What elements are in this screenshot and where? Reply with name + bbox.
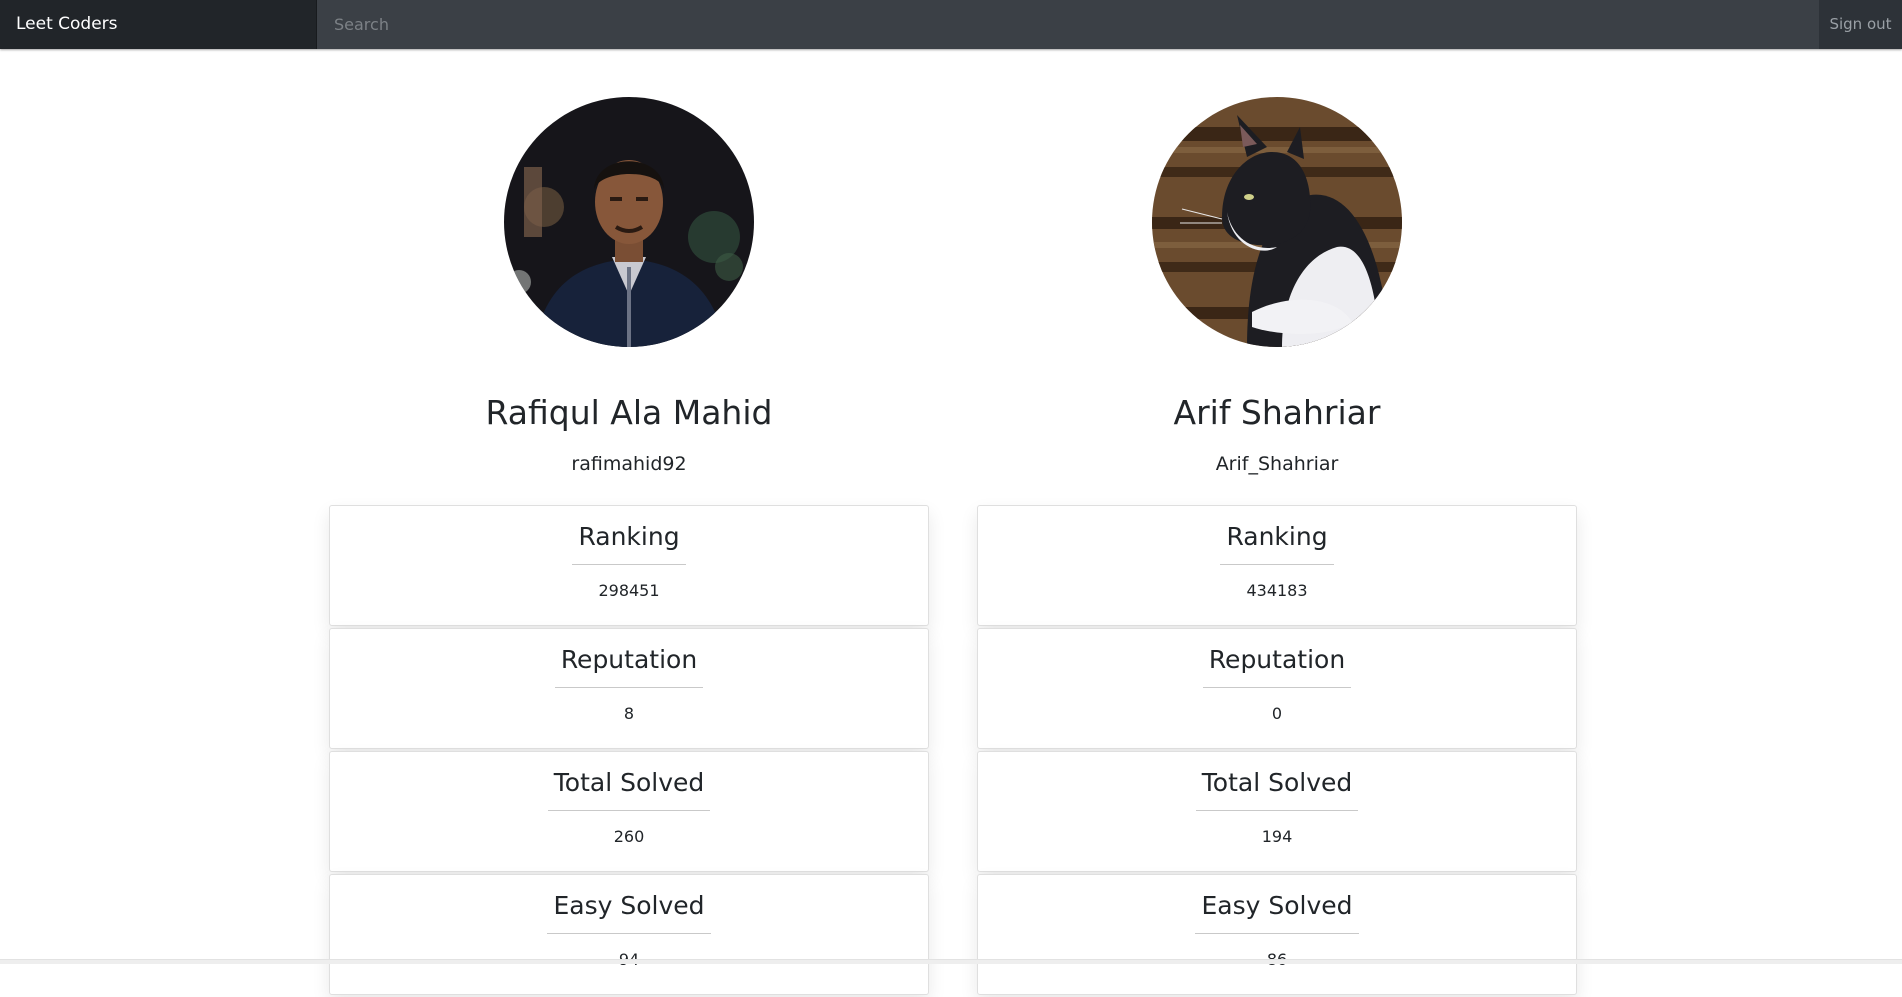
- stat-label: Easy Solved: [547, 889, 711, 934]
- stat-label: Reputation: [554, 643, 704, 688]
- profile-avatar-cat: [1152, 97, 1402, 347]
- stat-value: 434183: [1246, 581, 1308, 600]
- stat-card-easy-solved: Easy Solved 86: [977, 874, 1577, 995]
- stat-label: Reputation: [1202, 643, 1352, 688]
- search-input[interactable]: [317, 0, 1819, 49]
- stat-label: Total Solved: [547, 766, 711, 811]
- sign-out-link[interactable]: Sign out: [1819, 0, 1902, 49]
- profile-stats: Ranking 434183 Reputation 0 Total Solved…: [977, 505, 1577, 997]
- stat-value: 194: [1261, 827, 1293, 846]
- stat-card-ranking: Ranking 434183: [977, 505, 1577, 626]
- stat-card-easy-solved: Easy Solved 94: [329, 874, 929, 995]
- profile-name: Rafiqul Ala Mahid: [485, 393, 773, 432]
- stat-label: Ranking: [572, 520, 686, 565]
- profile-username: rafimahid92: [571, 453, 687, 475]
- brand-link[interactable]: Leet Coders: [0, 0, 317, 49]
- stat-card-reputation: Reputation 8: [329, 628, 929, 749]
- profile-avatar-photo: [504, 97, 754, 347]
- stat-value: 0: [1271, 704, 1283, 723]
- profile-name: Arif Shahriar: [1173, 393, 1381, 432]
- profiles-container: Rafiqul Ala Mahid rafimahid92 Ranking 29…: [0, 49, 1902, 995]
- stat-card-ranking: Ranking 298451: [329, 505, 929, 626]
- profile-username: Arif_Shahriar: [1215, 453, 1339, 475]
- stat-card-total-solved: Total Solved 260: [329, 751, 929, 872]
- profile-stats: Ranking 298451 Reputation 8 Total Solved…: [329, 505, 929, 997]
- bottom-edge: [0, 959, 1902, 964]
- stat-label: Easy Solved: [1195, 889, 1359, 934]
- stat-value: 260: [613, 827, 645, 846]
- stat-value: 298451: [598, 581, 660, 600]
- stat-card-reputation: Reputation 0: [977, 628, 1577, 749]
- top-navbar: Leet Coders Sign out: [0, 0, 1902, 49]
- stat-label: Ranking: [1220, 520, 1334, 565]
- stat-value: 8: [623, 704, 635, 723]
- stat-card-total-solved: Total Solved 194: [977, 751, 1577, 872]
- stat-label: Total Solved: [1195, 766, 1359, 811]
